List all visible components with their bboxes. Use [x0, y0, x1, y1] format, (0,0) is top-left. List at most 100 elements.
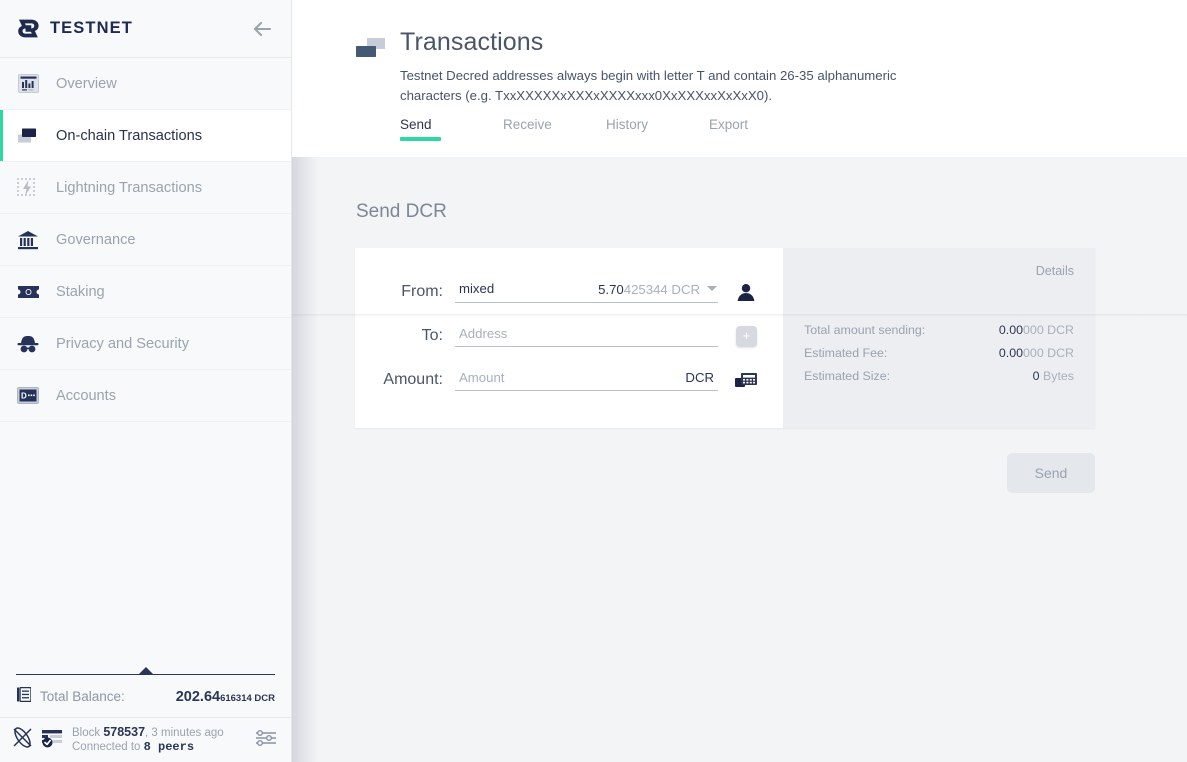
sidebar-item-staking[interactable]: Staking — [0, 266, 291, 318]
to-label: To: — [421, 327, 443, 344]
sidebar-item-accounts[interactable]: D Accounts — [0, 370, 291, 422]
to-address-input[interactable] — [455, 325, 718, 348]
amount-label: Amount: — [383, 371, 443, 388]
sidebar-item-privacy-and-security[interactable]: Privacy and Security — [0, 318, 291, 370]
from-account-select[interactable]: mixed 5.70425344 DCR — [455, 281, 718, 303]
ledger-icon — [17, 686, 32, 707]
total-balance-value: 202.64616314 DCR — [176, 688, 275, 706]
details-rows: Total amount sending: 0.00000 DCR Estima… — [804, 321, 1074, 385]
add-recipient-button[interactable]: + — [736, 325, 757, 347]
transaction-details-card: Details Total amount sending: 0.00000 DC… — [783, 248, 1095, 428]
sidebar-item-on-chain-transactions[interactable]: On-chain Transactions — [0, 110, 291, 162]
page-body: Send DCR From: mixed 5.70425344 DCR To: … — [292, 157, 1187, 762]
accounts-icon: D — [16, 384, 40, 408]
detail-value-major: 0.00 — [998, 346, 1024, 360]
sidebar-item-label: Overview — [56, 75, 117, 92]
from-account-balance: 5.70425344 DCR — [598, 281, 718, 299]
incognito-icon — [16, 332, 40, 356]
ticket-icon — [16, 280, 40, 304]
from-balance-major: 5.70 — [598, 282, 624, 297]
amount-input[interactable] — [455, 369, 718, 392]
detail-row: Estimated Fee: 0.00000 DCR — [804, 344, 1074, 362]
sidebar-item-lightning-transactions[interactable]: Lightning Transactions — [0, 162, 291, 214]
sidebar: TESTNET Overview On-chain Transactions L… — [0, 0, 292, 762]
page-title: Transactions — [400, 28, 544, 56]
detail-row: Estimated Size: 0 Bytes — [804, 367, 1074, 385]
tab-receive[interactable]: Receive — [503, 117, 606, 141]
tab-history[interactable]: History — [606, 117, 709, 141]
decred-sync-icon — [10, 725, 35, 755]
send-section-title: Send DCR — [356, 201, 447, 222]
detail-value-major: 0 — [1032, 369, 1040, 383]
main-content: Transactions Testnet Decred addresses al… — [292, 0, 1187, 762]
sidebar-item-governance[interactable]: Governance — [0, 214, 291, 266]
decred-logo-icon — [16, 16, 41, 41]
detail-value-minor: 000 DCR — [1023, 346, 1074, 360]
sidebar-item-label: Accounts — [56, 387, 117, 404]
page-subtitle: Testnet Decred addresses always begin wi… — [400, 68, 897, 103]
detail-value-minor: Bytes — [1039, 369, 1074, 383]
amount-field-row: Amount: DCR — [355, 358, 783, 402]
send-action-row: Send — [355, 453, 1095, 493]
amount-unit-label: DCR — [685, 369, 714, 385]
tab-send[interactable]: Send — [400, 117, 503, 141]
page-header: Transactions Testnet Decred addresses al… — [292, 0, 1187, 157]
brand-name: TESTNET — [50, 19, 133, 37]
sidebar-item-label: On-chain Transactions — [56, 127, 203, 144]
keyboard-calculator-icon[interactable] — [732, 367, 760, 393]
details-title: Details — [1035, 264, 1074, 278]
tab-export[interactable]: Export — [709, 117, 812, 141]
block-label: Block — [72, 726, 101, 739]
sidebar-header: TESTNET — [0, 0, 291, 58]
peers-value: 8 peers — [143, 740, 195, 755]
account-avatar-icon[interactable] — [732, 279, 760, 305]
from-label: From: — [401, 283, 443, 300]
block-age: , 3 minutes ago — [145, 726, 224, 739]
from-field-row: From: mixed 5.70425344 DCR — [355, 270, 783, 314]
send-button[interactable]: Send — [1007, 453, 1095, 493]
from-balance-minor: 425344 DCR — [623, 282, 700, 297]
collapse-sidebar-button[interactable] — [250, 17, 274, 41]
sidebar-item-label: Staking — [56, 283, 105, 300]
total-balance-label: Total Balance: — [40, 689, 125, 704]
peers-label: Connected to — [72, 741, 141, 754]
app-window: TESTNET Overview On-chain Transactions L… — [0, 0, 1187, 762]
send-form-panel: From: mixed 5.70425344 DCR To: Address +… — [355, 248, 1095, 428]
detail-value: 0.00000 DCR — [999, 344, 1074, 362]
sidebar-item-label: Privacy and Security — [56, 335, 190, 352]
transactions-icon — [16, 124, 40, 148]
sidebar-nav: Overview On-chain Transactions Lightning… — [0, 58, 291, 422]
svg-text:D: D — [21, 392, 27, 401]
detail-label: Estimated Size: — [804, 369, 891, 383]
bank-icon — [16, 228, 40, 252]
to-field-row: To: + — [355, 314, 783, 358]
detail-value: 0.00000 DCR — [999, 321, 1074, 339]
from-account-name: mixed — [459, 281, 495, 296]
detail-value-major: 0.00 — [998, 323, 1024, 337]
peers-status-line: Connected to 8 peers — [72, 740, 224, 755]
detail-value-minor: 000 DCR — [1023, 323, 1074, 337]
content-left-shadow — [292, 157, 318, 762]
sliders-icon[interactable] — [255, 729, 277, 752]
chevron-down-icon[interactable] — [707, 286, 717, 291]
balance-divider — [16, 666, 275, 676]
tab-bar: Send Receive History Export — [400, 117, 1187, 141]
block-number: 578537 — [103, 724, 146, 739]
total-balance-major: 202.64 — [175, 688, 221, 705]
total-balance-row[interactable]: Total Balance: 202.64616314 DCR — [0, 676, 291, 718]
detail-row: Total amount sending: 0.00000 DCR — [804, 321, 1074, 339]
transactions-page-icon — [356, 37, 386, 63]
chart-bars-icon — [16, 72, 40, 96]
block-status-line: Block 578537, 3 minutes ago — [72, 725, 224, 741]
detail-label: Estimated Fee: — [804, 346, 888, 360]
sidebar-item-label: Governance — [56, 231, 136, 248]
total-balance-minor: 616314 DCR — [220, 692, 275, 704]
send-form-card: From: mixed 5.70425344 DCR To: Address +… — [355, 248, 783, 428]
block-checked-icon — [41, 727, 63, 754]
detail-label: Total amount sending: — [804, 323, 926, 337]
sidebar-item-overview[interactable]: Overview — [0, 58, 291, 110]
lightning-icon — [16, 176, 40, 200]
detail-value: 0 Bytes — [1033, 367, 1074, 385]
brand-logo: TESTNET — [16, 16, 133, 41]
